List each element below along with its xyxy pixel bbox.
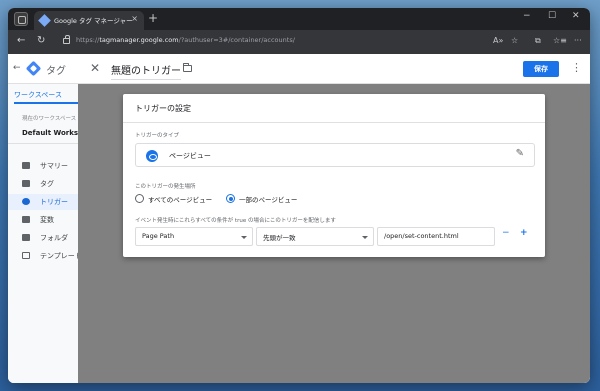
tab-workspace[interactable]: ワークスペース <box>14 90 62 100</box>
trigger-config-card: トリガーの設定 トリガーのタイプ ページビュー ✎ このトリガーの発生場所 すべ… <box>123 94 545 257</box>
trigger-name-field[interactable]: 無題のトリガー <box>111 62 181 80</box>
trigger-icon <box>22 198 30 205</box>
editor-header: ✕ 無題のトリガー 保存 ⋮ <box>78 54 590 84</box>
url-host: tagmanager.google.com <box>99 36 179 44</box>
url-field[interactable]: https://tagmanager.google.com/?authuser=… <box>76 36 295 44</box>
variable-value: Page Path <box>142 232 175 240</box>
divider <box>8 143 78 144</box>
sidebar-item-label: サマリー <box>40 162 68 170</box>
back-arrow-icon[interactable]: ← <box>13 63 21 73</box>
tab-bar: Google タグ マネージャー × + − ☐ ✕ <box>8 8 590 30</box>
sidebar-item-folders[interactable]: フォルダ <box>8 230 78 246</box>
sidebar-item-templates[interactable]: テンプレート <box>8 248 82 264</box>
trigger-type-box[interactable]: ページビュー ✎ <box>135 143 535 167</box>
trigger-type-label: トリガーのタイプ <box>135 133 180 139</box>
folder-icon <box>22 234 30 241</box>
condition-value: /open/set-content.html <box>384 232 459 240</box>
radio-circle <box>135 194 144 203</box>
workspace-sublabel: 現在のワークスペース <box>22 116 77 122</box>
maximize-icon[interactable]: ☐ <box>548 11 556 21</box>
new-tab-button[interactable]: + <box>148 11 158 25</box>
remove-condition-button[interactable]: − <box>502 227 510 239</box>
sidebar-item-label: トリガー <box>40 198 68 206</box>
add-condition-button[interactable]: + <box>520 227 528 239</box>
window-close-icon[interactable]: ✕ <box>572 11 580 21</box>
radio-label: 一部のページビュー <box>239 196 298 204</box>
tab-title: Google タグ マネージャー <box>54 17 133 25</box>
sidebar-header: ← タグ <box>8 54 78 84</box>
sidebar-item-label: タグ <box>40 180 54 188</box>
folder-icon <box>22 162 30 169</box>
tab-active-indicator <box>14 102 78 104</box>
radio-label: すべてのページビュー <box>148 196 213 204</box>
sidebar-item-triggers[interactable]: トリガー <box>8 194 78 210</box>
read-aloud-icon[interactable]: A» <box>493 36 503 45</box>
browser-tab[interactable]: Google タグ マネージャー × <box>34 11 144 30</box>
editor-overlay: トリガーの設定 トリガーのタイプ ページビュー ✎ このトリガーの発生場所 すべ… <box>78 84 590 383</box>
chevron-down-icon <box>241 236 247 239</box>
favorites-icon[interactable]: ☆≡ <box>553 36 567 45</box>
tab-close-icon[interactable]: × <box>131 14 138 23</box>
eye-icon <box>146 150 158 162</box>
sidebar-item-label: フォルダ <box>40 234 68 242</box>
split-screen-icon[interactable]: ⧉ <box>535 36 541 46</box>
fires-on-label: このトリガーの発生場所 <box>135 184 196 190</box>
save-button[interactable]: 保存 <box>523 61 559 77</box>
trigger-type-value: ページビュー <box>169 152 211 160</box>
minimize-icon[interactable]: − <box>523 11 531 21</box>
url-path: /?authuser=3#/container/accounts/ <box>178 36 295 44</box>
variable-select[interactable]: Page Path <box>135 227 253 246</box>
address-bar: ← ↻ https://tagmanager.google.com/?authu… <box>8 30 590 54</box>
reload-icon[interactable]: ↻ <box>37 35 45 47</box>
url-prefix: https:// <box>76 36 100 44</box>
sidebar: ← タグ ワークスペース 現在のワークスペース Default Workspac… <box>8 54 97 383</box>
condition-label: イベント発生時にこれらすべての条件が true の場合にこのトリガーを配信します <box>135 218 336 224</box>
operator-select[interactable]: 先頭が一致 <box>256 227 374 246</box>
gtm-favicon-icon <box>38 14 51 27</box>
radio-circle <box>226 194 235 203</box>
variable-icon <box>22 216 30 223</box>
close-icon[interactable]: ✕ <box>90 61 100 75</box>
divider <box>123 122 545 123</box>
sidebar-item-summary[interactable]: サマリー <box>8 158 78 174</box>
browser-menu-icon[interactable]: ··· <box>574 36 582 45</box>
sidebar-item-variables[interactable]: 変数 <box>8 212 78 228</box>
app-title: タグ <box>46 66 66 77</box>
folder-icon[interactable] <box>183 63 192 72</box>
template-icon <box>22 252 30 259</box>
operator-value: 先頭が一致 <box>263 234 296 242</box>
lock-icon[interactable] <box>63 35 70 44</box>
workspaces-icon[interactable] <box>14 12 28 26</box>
tag-icon <box>22 180 30 187</box>
sidebar-item-label: テンプレート <box>40 252 82 260</box>
back-icon[interactable]: ← <box>17 35 25 47</box>
chevron-down-icon <box>362 236 368 239</box>
more-vert-icon[interactable]: ⋮ <box>571 61 582 75</box>
sidebar-item-label: 変数 <box>40 216 54 224</box>
radio-all-pageviews[interactable]: すべてのページビュー <box>135 193 225 205</box>
card-title: トリガーの設定 <box>135 104 191 113</box>
favorite-star-icon[interactable]: ☆ <box>511 36 518 45</box>
gtm-logo-icon <box>25 60 42 77</box>
radio-some-pageviews[interactable]: 一部のページビュー <box>226 193 316 205</box>
sidebar-item-tags[interactable]: タグ <box>8 176 78 192</box>
condition-value-input[interactable]: /open/set-content.html <box>377 227 495 246</box>
browser-window: Google タグ マネージャー × + − ☐ ✕ ← ↻ https://t… <box>8 8 590 383</box>
gtm-app: ← タグ ワークスペース 現在のワークスペース Default Workspac… <box>8 54 590 383</box>
pencil-icon[interactable]: ✎ <box>516 148 524 159</box>
